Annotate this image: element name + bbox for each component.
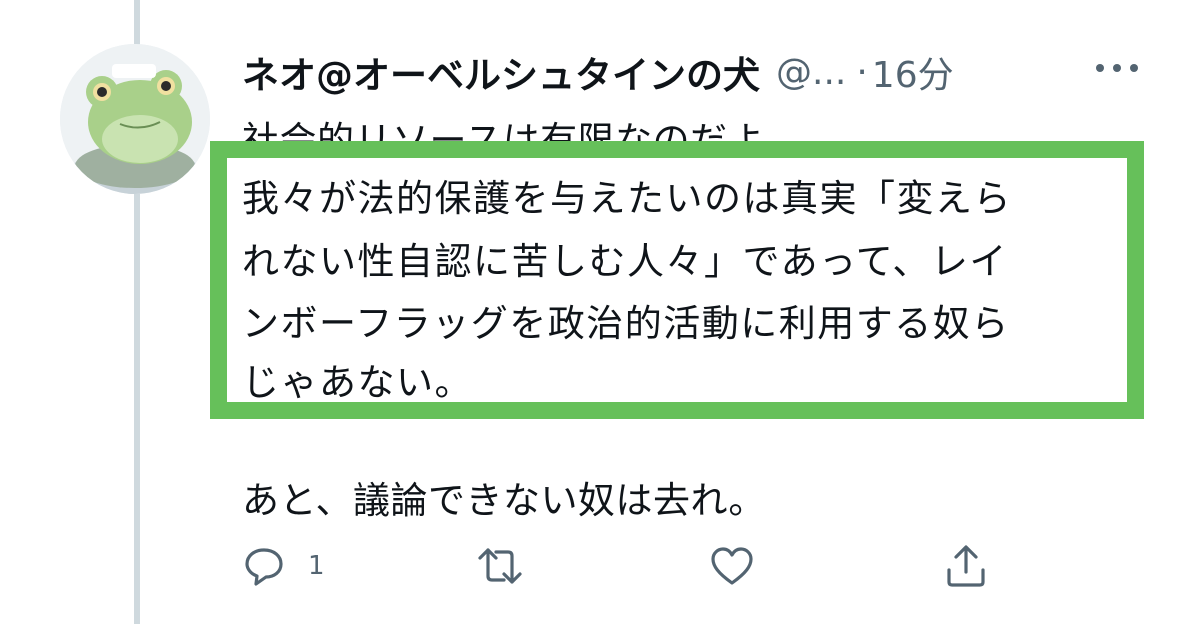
share-button[interactable]: [942, 538, 990, 594]
display-name[interactable]: ネオ@オーベルシュタインの犬: [242, 45, 760, 99]
tweet-text-line-2: あと、議論できない奴は去れ。: [242, 479, 766, 522]
reply-count: 1: [308, 551, 325, 581]
separator-dot: ·: [856, 51, 868, 93]
share-icon: [942, 542, 990, 590]
tweet-header: ネオ@オーベルシュタインの犬 @... · 16分: [242, 44, 1182, 100]
retweet-icon: [474, 544, 526, 588]
frog-avatar-image: [60, 44, 210, 194]
reply-icon: [242, 544, 286, 588]
timestamp[interactable]: 16分: [872, 46, 954, 98]
user-handle[interactable]: @...: [776, 52, 846, 93]
highlighted-text-line: 我々が法的保護を与えたいのは真実「変えら: [242, 177, 1012, 220]
tweet-actions: 1: [0, 538, 1200, 598]
like-icon: [708, 544, 756, 588]
like-button[interactable]: [708, 538, 756, 594]
more-options-icon[interactable]: [1092, 56, 1142, 80]
highlighted-text-line: ンボーフラッグを政治的活動に利用する奴ら: [242, 302, 1010, 345]
reply-button[interactable]: 1: [242, 538, 325, 594]
highlighted-text-line: れない性自認に苦しむ人々」であって、レイ: [242, 240, 1008, 283]
highlighted-text-line: じゃあない。: [242, 361, 473, 404]
avatar[interactable]: [60, 44, 210, 194]
retweet-button[interactable]: [474, 538, 526, 594]
